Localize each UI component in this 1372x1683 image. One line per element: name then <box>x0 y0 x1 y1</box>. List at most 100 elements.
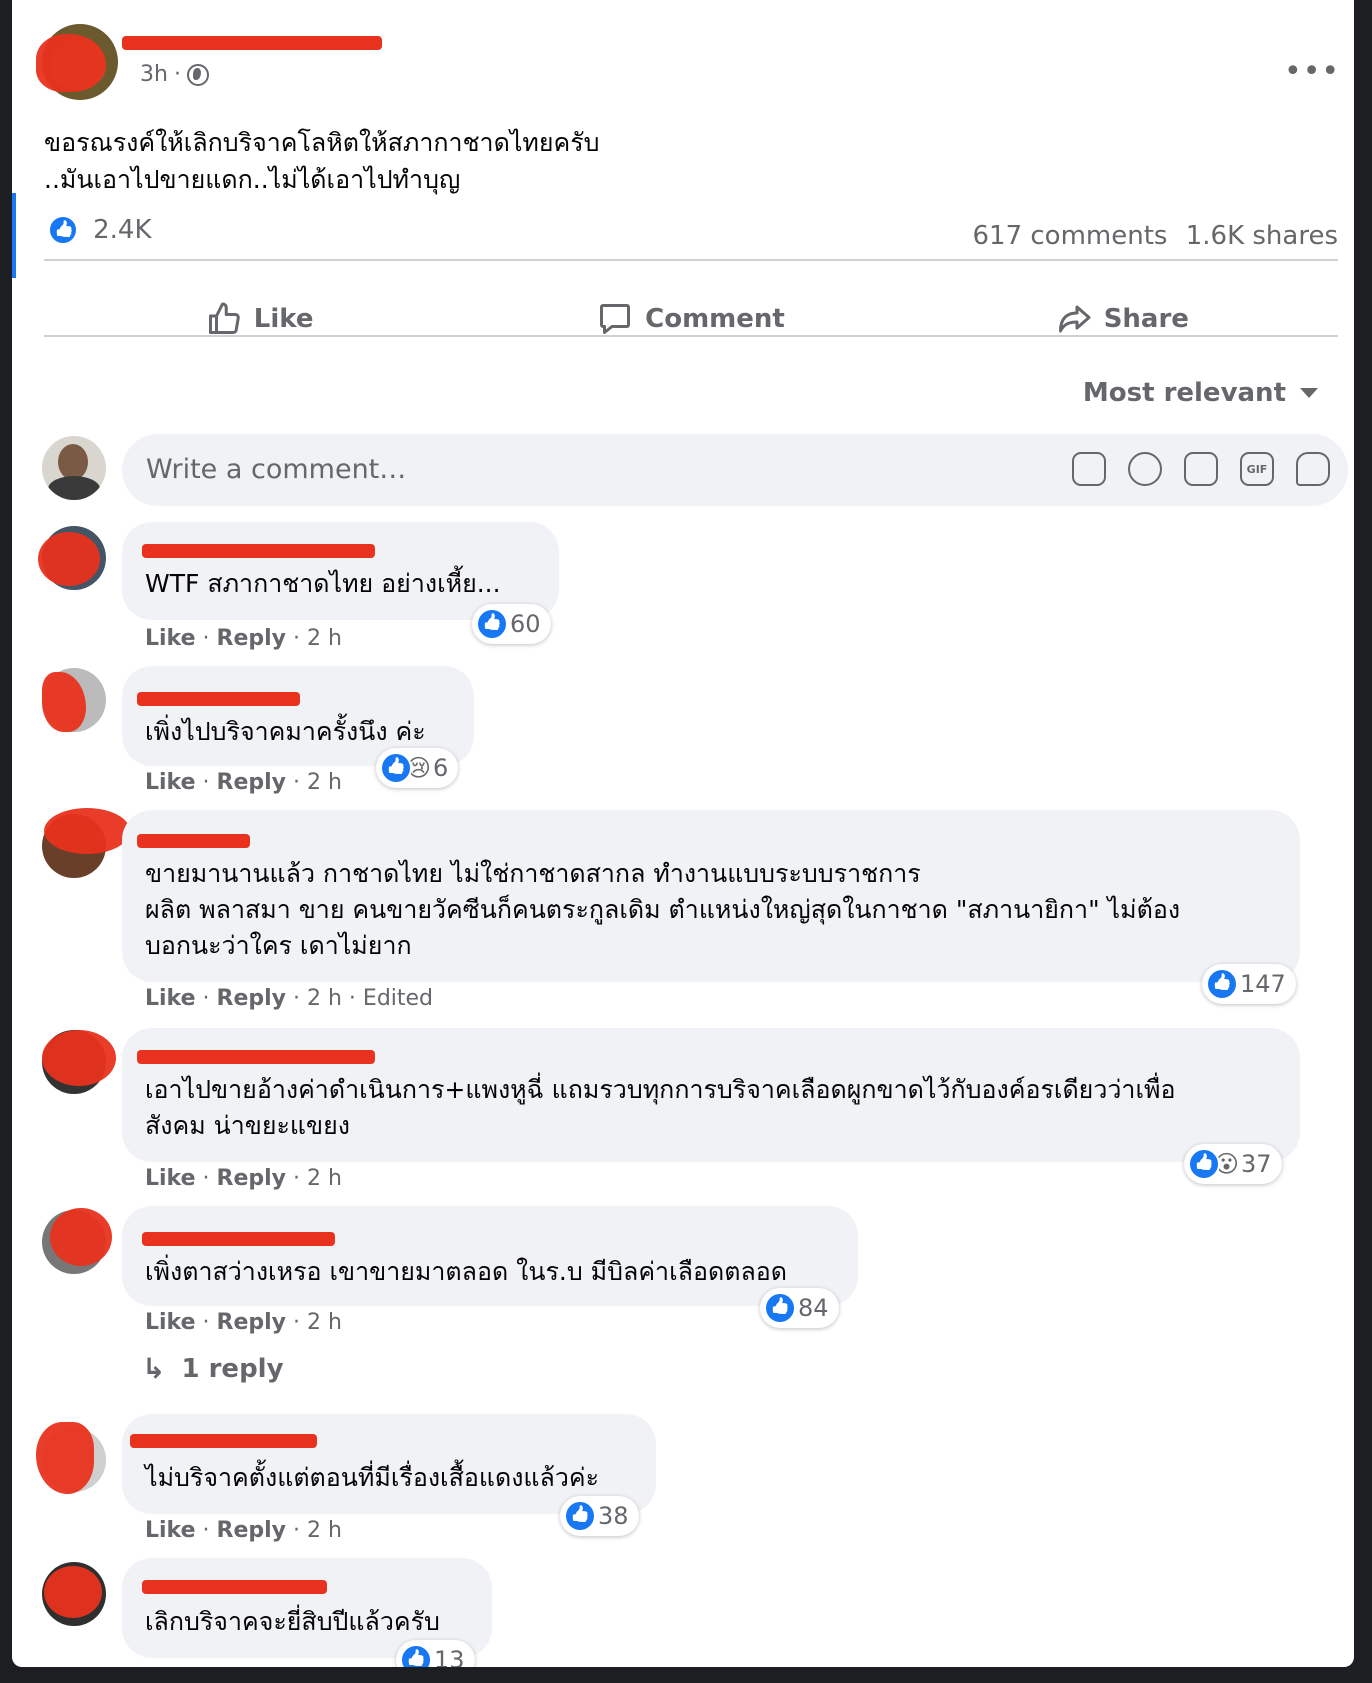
commenter-name-redaction <box>130 1434 317 1448</box>
comment-text: ไม่บริจาคตั้งแต่ตอนที่มีเรื่องเสื้อแดงแล… <box>145 1463 600 1492</box>
avatar-sticker-icon[interactable] <box>1296 452 1330 486</box>
comment-text: เพิ่งตาสว่างเหรอ เขาขายมาตลอด ในร.บ มีบิ… <box>145 1257 788 1286</box>
composer-icons: GIF <box>1072 452 1330 486</box>
comment-reactions[interactable]: 60 <box>472 604 551 644</box>
comment-time[interactable]: 2 h <box>307 626 342 651</box>
reaction-count: 37 <box>1241 1150 1272 1178</box>
comment-like-link[interactable]: Like <box>145 1310 196 1335</box>
comment-reactions[interactable]: 13 <box>396 1640 475 1667</box>
view-replies-link[interactable]: ↳ 1 reply <box>142 1352 284 1385</box>
post-time[interactable]: 3h <box>140 62 168 87</box>
share-button[interactable]: Share <box>907 283 1338 355</box>
comment-button[interactable]: Comment <box>475 283 906 355</box>
thumbs-up-icon <box>208 302 240 335</box>
commenter-name-redaction <box>142 1580 327 1594</box>
avatar-redaction <box>44 808 130 854</box>
reaction-count: 6 <box>433 754 449 782</box>
comment-time[interactable]: 2 h <box>307 986 342 1011</box>
comment-bubble: เอาไปขายอ้างค่าดำเนินการ+แพงหูฉี่ แถมรวบ… <box>122 1028 1300 1162</box>
comment-reactions[interactable]: 147 <box>1202 964 1296 1004</box>
post-text-line: ..มันเอาไปขายแดก..ไม่ได้เอาไปทำบุญ <box>44 165 461 194</box>
post-body: ขอรณรงค์ให้เลิกบริจาคโลหิตให้สภากาชาดไทย… <box>44 124 600 198</box>
comment-time[interactable]: 2 h <box>307 1166 342 1191</box>
shares-count[interactable]: 1.6K shares <box>1186 221 1338 251</box>
more-options-icon[interactable]: ••• <box>1284 54 1340 89</box>
post-actions: Like Comment Share <box>44 283 1338 355</box>
comment-actions: Like · Reply · 2 h <box>145 1310 342 1335</box>
share-icon <box>1058 305 1091 333</box>
divider <box>44 335 1338 337</box>
comment-reply-link[interactable]: Reply <box>217 770 287 795</box>
comment-reply-link[interactable]: Reply <box>217 1518 287 1543</box>
like-reaction-icon <box>400 1644 432 1667</box>
edited-label[interactable]: Edited <box>363 986 433 1011</box>
comment-text: สังคม น่าขยะแขยง <box>145 1111 350 1140</box>
reaction-count: 84 <box>798 1294 829 1322</box>
comment-text: เอาไปขายอ้างค่าดำเนินการ+แพงหูฉี่ แถมรวบ… <box>145 1075 1176 1104</box>
like-reaction-icon <box>1206 968 1238 1000</box>
comment-time[interactable]: 2 h <box>307 1310 342 1335</box>
like-reaction-icon <box>564 1500 596 1532</box>
commenter-name-redaction <box>137 1050 375 1064</box>
commenter-name-redaction <box>142 544 375 558</box>
comment-actions: Like · Reply · 2 h <box>145 770 342 795</box>
comment-like-link[interactable]: Like <box>145 1166 196 1191</box>
focus-accent <box>12 193 16 278</box>
comment-reactions[interactable]: 38 <box>560 1496 639 1536</box>
comment-like-link[interactable]: Like <box>145 770 196 795</box>
avatar-redaction <box>44 1566 102 1618</box>
comment-reactions[interactable]: 😮 37 <box>1184 1144 1282 1184</box>
comment-text: WTF สภากาชาดไทย อย่างเหี้ย... <box>145 569 501 598</box>
comment-input[interactable]: Write a comment… <box>146 454 406 485</box>
comment-actions: Like · Reply · 2 h <box>145 1166 342 1191</box>
like-reaction-icon <box>380 752 412 784</box>
camera-icon[interactable] <box>1184 452 1218 486</box>
divider <box>44 259 1338 261</box>
reaction-count: 147 <box>1240 970 1286 998</box>
emoji-icon[interactable] <box>1128 452 1162 486</box>
reaction-count: 60 <box>510 610 541 638</box>
comment-time[interactable]: 2 h <box>307 1518 342 1543</box>
sticker-icon[interactable] <box>1072 452 1106 486</box>
screen-edge <box>0 1667 1372 1683</box>
comments-count[interactable]: 617 comments <box>972 221 1167 251</box>
comment-reply-link[interactable]: Reply <box>217 1310 287 1335</box>
comment-text: ขายมานานแล้ว กาชาดไทย ไม่ใช่กาชาดสากล ทำ… <box>145 859 921 888</box>
caret-down-icon <box>1300 388 1318 398</box>
like-button[interactable]: Like <box>44 283 475 355</box>
meta-separator: · <box>173 62 181 87</box>
comment-time[interactable]: 2 h <box>307 770 342 795</box>
reaction-count: 13 <box>434 1646 465 1667</box>
reaction-count: 38 <box>598 1502 629 1530</box>
comment-reply-link[interactable]: Reply <box>217 626 287 651</box>
like-reaction-icon <box>1188 1148 1220 1180</box>
comment-sort-dropdown[interactable]: Most relevant <box>1083 378 1318 408</box>
comment-label: Comment <box>645 304 785 334</box>
like-reaction-icon <box>764 1292 796 1324</box>
post-card: 3h · ••• ขอรณรงค์ให้เลิกบริจาคโลหิตให้สภ… <box>12 0 1354 1667</box>
comment-like-link[interactable]: Like <box>145 1518 196 1543</box>
comment-actions: Like · Reply · 2 h · Edited <box>145 986 434 1011</box>
comment-like-link[interactable]: Like <box>145 626 196 651</box>
author-name-redaction <box>122 36 382 50</box>
commenter-name-redaction <box>142 1232 335 1246</box>
comment-reply-link[interactable]: Reply <box>217 986 287 1011</box>
reactions-count[interactable]: 2.4K <box>93 215 151 245</box>
comment-text: เลิกบริจาคจะยี่สิบปีแล้วครับ <box>145 1607 440 1636</box>
reaction-summary: 2.4K 617 comments 1.6K shares <box>48 215 1338 255</box>
gif-icon[interactable]: GIF <box>1240 452 1274 486</box>
post-stats: 617 comments 1.6K shares <box>972 221 1338 251</box>
comment-reactions[interactable]: 84 <box>760 1288 839 1328</box>
sort-label: Most relevant <box>1082 378 1286 408</box>
avatar-redaction <box>38 532 100 586</box>
reply-arrow-icon: ↳ <box>142 1352 166 1385</box>
comment-composer[interactable]: Write a comment… GIF <box>122 434 1348 506</box>
comment-reactions[interactable]: 😢 6 <box>376 748 459 788</box>
replies-label: 1 reply <box>181 1353 284 1384</box>
current-user-avatar[interactable] <box>42 436 106 500</box>
globe-icon <box>186 63 209 86</box>
comment-reply-link[interactable]: Reply <box>217 1166 287 1191</box>
avatar-redaction <box>36 1422 94 1494</box>
comment-like-link[interactable]: Like <box>145 986 196 1011</box>
comment-text: ผลิต พลาสมา ขาย คนขายวัคซีนก็คนตระกูลเดิ… <box>145 895 1181 924</box>
